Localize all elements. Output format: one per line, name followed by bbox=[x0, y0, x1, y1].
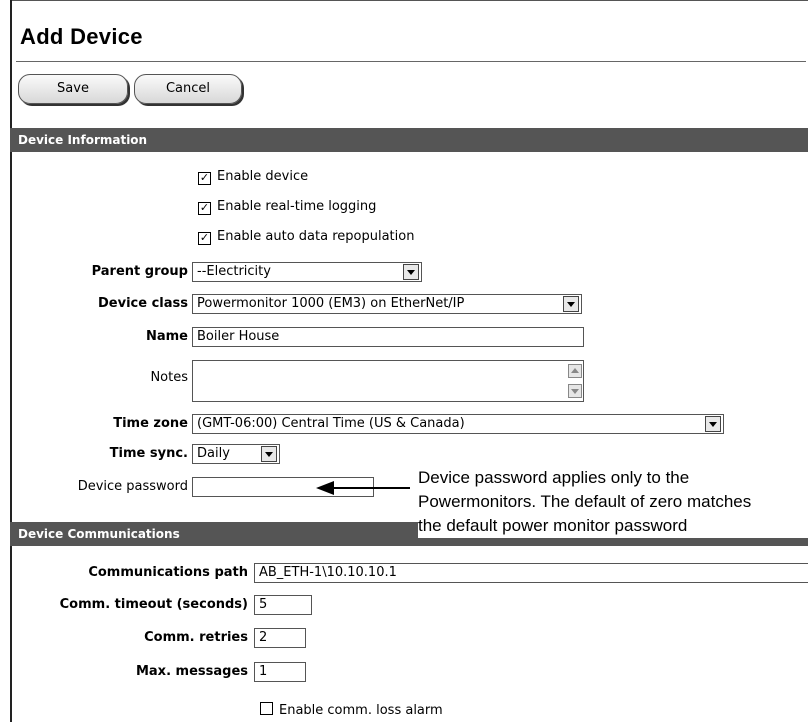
device-password-annotation: Device password applies only to the Powe… bbox=[418, 466, 808, 538]
annotation-line-3: the default power monitor password bbox=[418, 516, 688, 535]
annotation-line-1: Device password applies only to the bbox=[418, 468, 690, 487]
arrow-head-icon bbox=[316, 481, 334, 495]
annotation-arrow bbox=[316, 481, 410, 495]
annotation-line-2: Powermonitors. The default of zero match… bbox=[418, 492, 752, 511]
